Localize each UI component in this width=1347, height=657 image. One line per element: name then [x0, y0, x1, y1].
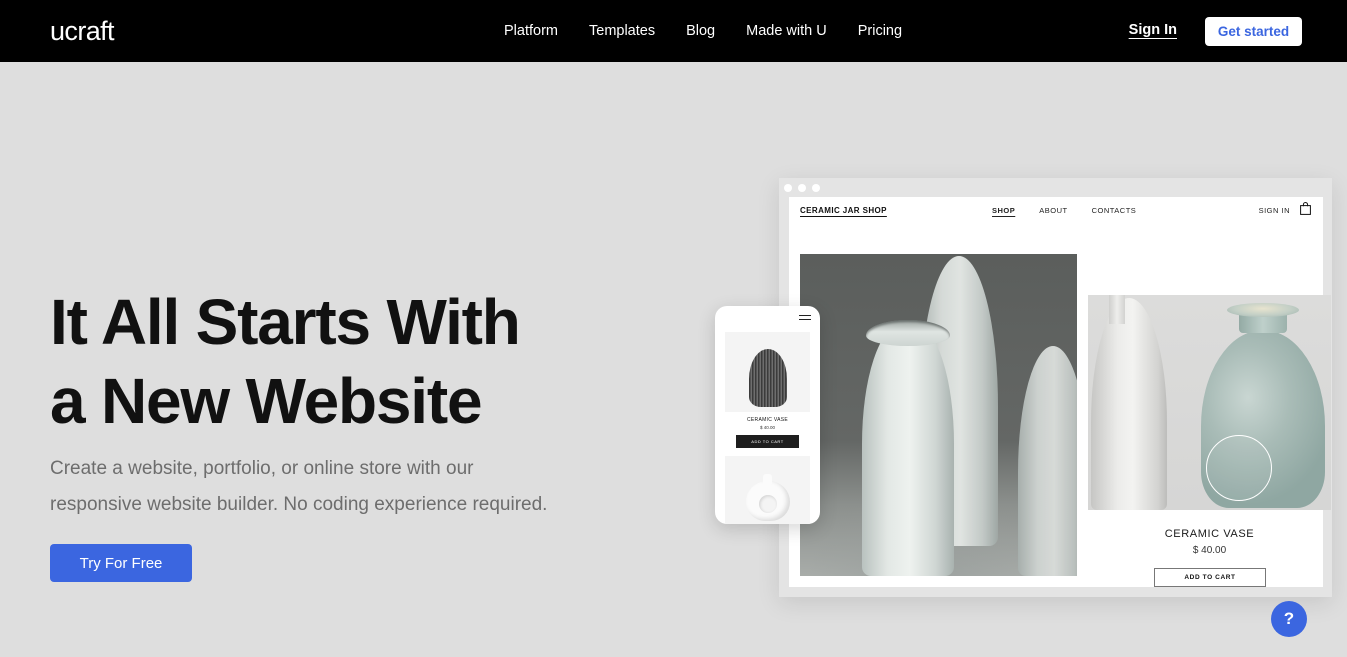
browser-mockup: CERAMIC JAR SHOP SHOP ABOUT CONTACTS SIG…: [779, 178, 1332, 597]
ceramic-bottle-right: [1018, 346, 1077, 576]
phone-product-title: CERAMIC VASE: [746, 417, 788, 423]
sign-in-link[interactable]: Sign In: [1129, 22, 1177, 38]
nav-item-pricing[interactable]: Pricing: [858, 22, 902, 40]
ribbed-vase-shape: [748, 349, 787, 407]
window-dot-minimize-icon: [798, 183, 806, 192]
shop-brand-logo[interactable]: CERAMIC JAR SHOP: [800, 206, 887, 215]
shop-nav-item-contacts[interactable]: CONTACTS: [1092, 206, 1137, 215]
hero-subtitle-line-2: responsive website builder. No coding ex…: [50, 494, 548, 515]
donut-vase-shape: [745, 474, 790, 521]
main-navigation: Platform Templates Blog Made with U Pric…: [504, 22, 902, 40]
hero-title-line-2: a New Website: [50, 365, 483, 437]
add-to-cart-button[interactable]: ADD TO CART: [1154, 568, 1266, 587]
shop-hero-photo: [800, 254, 1077, 576]
phone-product-price: $ 40.00: [759, 425, 775, 430]
shop-sign-in-link[interactable]: SIGN IN: [1259, 206, 1290, 215]
nav-item-templates[interactable]: Templates: [589, 22, 655, 40]
phone-add-to-cart-button[interactable]: ADD TO CART: [736, 435, 799, 448]
image-zoom-circle-indicator: [1206, 435, 1272, 501]
page-title: It All Starts With a New Website: [50, 283, 690, 441]
nav-item-made-with-u[interactable]: Made with U: [746, 22, 827, 40]
product-title: CERAMIC VASE: [1164, 528, 1255, 540]
ucraft-logo[interactable]: ucraft: [50, 17, 115, 45]
phone-product-image-2[interactable]: [725, 456, 810, 524]
hero-title-line-1: It All Starts With: [50, 286, 521, 358]
nav-item-platform[interactable]: Platform: [504, 22, 558, 40]
window-dot-close-icon: [784, 183, 792, 192]
shop-nav-links: SHOP ABOUT CONTACTS: [992, 206, 1136, 215]
product-price: $ 40.00: [1192, 545, 1227, 556]
phone-product-image-1[interactable]: [725, 332, 810, 412]
phone-mockup: CERAMIC VASE $ 40.00 ADD TO CART: [715, 306, 820, 524]
help-button[interactable]: ?: [1271, 601, 1307, 637]
shop-nav-item-shop[interactable]: SHOP: [992, 206, 1015, 215]
try-for-free-button[interactable]: Try For Free: [50, 544, 192, 582]
browser-title-bar: [779, 178, 1332, 197]
ceramic-bottle-spout: [866, 320, 950, 346]
hero-subtitle-line-1: Create a website, portfolio, or online s…: [50, 458, 474, 479]
shop-nav-item-about[interactable]: ABOUT: [1039, 206, 1067, 215]
product-image[interactable]: [1088, 295, 1331, 510]
nav-item-blog[interactable]: Blog: [686, 22, 715, 40]
white-vase-shape: [1091, 295, 1167, 510]
teal-vase-lip: [1227, 303, 1299, 317]
shopping-bag-icon[interactable]: [1300, 202, 1311, 220]
site-header: ucraft Platform Templates Blog Made with…: [0, 0, 1347, 62]
shop-site-navigation: CERAMIC JAR SHOP SHOP ABOUT CONTACTS SIG…: [789, 197, 1323, 229]
hamburger-icon[interactable]: [799, 315, 811, 323]
ceramic-bottle-front: [862, 324, 954, 576]
get-started-button[interactable]: Get started: [1205, 17, 1302, 46]
browser-viewport: CERAMIC JAR SHOP SHOP ABOUT CONTACTS SIG…: [789, 197, 1331, 587]
window-dot-maximize-icon: [812, 183, 820, 192]
hero-subtitle: Create a website, portfolio, or online s…: [50, 451, 650, 523]
